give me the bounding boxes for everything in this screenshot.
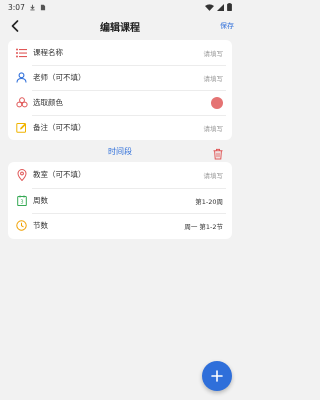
weeks-value[interactable]: 第1-20周 xyxy=(195,196,223,206)
weeks-label: 周数 xyxy=(33,195,48,205)
app-bar: 编辑课程 保存 xyxy=(0,14,240,38)
color-picker-label: 选取颜色 xyxy=(33,98,63,107)
add-time-slot-button[interactable] xyxy=(202,361,232,391)
cellular-signal-icon xyxy=(217,3,224,11)
teacher-input[interactable]: 请填写 xyxy=(204,73,224,83)
edit-note-icon xyxy=(15,121,28,134)
page-title: 编辑课程 xyxy=(100,23,140,34)
course-name-input[interactable]: 请填写 xyxy=(204,48,224,58)
clock-icon xyxy=(15,219,28,232)
classroom-input[interactable]: 请填写 xyxy=(204,170,224,180)
selected-color-swatch[interactable] xyxy=(211,97,223,109)
location-icon xyxy=(15,168,28,181)
download-icon xyxy=(29,4,36,11)
trash-icon xyxy=(213,148,223,160)
save-button[interactable]: 保存 xyxy=(220,21,234,31)
time-section-title: 时间段 xyxy=(108,147,132,156)
wifi-icon xyxy=(205,3,214,11)
periods-value[interactable]: 周一 第1-2节 xyxy=(184,221,223,231)
plus-icon xyxy=(211,370,223,382)
sim-card-icon xyxy=(40,4,46,11)
periods-row[interactable]: 节数 周一 第1-2节 xyxy=(8,213,232,238)
list-icon xyxy=(15,46,28,59)
calendar-icon: 3 xyxy=(15,194,28,207)
battery-icon xyxy=(227,3,232,11)
weeks-row[interactable]: 3 周数 第1-20周 xyxy=(8,188,232,213)
time-section-header: 时间段 xyxy=(0,143,240,160)
classroom-row[interactable]: 教室（可不填） 请填写 xyxy=(8,162,232,187)
color-picker-row[interactable]: 选取颜色 xyxy=(8,90,232,115)
time-card: 教室（可不填） 请填写 3 周数 第1-20周 节数 周一 第1-2节 xyxy=(8,162,232,239)
course-info-card: 课程名称 请填写 老师（可不填） 请填写 选取颜色 备注（可不填） 请填写 xyxy=(8,40,232,140)
teacher-label: 老师（可不填） xyxy=(33,73,86,82)
course-name-label: 课程名称 xyxy=(33,48,63,57)
svg-text:3: 3 xyxy=(20,199,23,205)
palette-icon xyxy=(15,96,28,109)
status-time: 3:07 xyxy=(8,2,25,12)
person-icon xyxy=(15,71,28,84)
note-input[interactable]: 请填写 xyxy=(204,123,224,133)
teacher-row[interactable]: 老师（可不填） 请填写 xyxy=(8,65,232,90)
note-label: 备注（可不填） xyxy=(33,123,86,132)
status-bar: 3:07 xyxy=(0,0,240,14)
classroom-label: 教室（可不填） xyxy=(33,170,86,179)
delete-time-button[interactable] xyxy=(212,145,224,160)
periods-label: 节数 xyxy=(33,221,48,230)
note-row[interactable]: 备注（可不填） 请填写 xyxy=(8,115,232,140)
course-name-row[interactable]: 课程名称 请填写 xyxy=(8,40,232,65)
